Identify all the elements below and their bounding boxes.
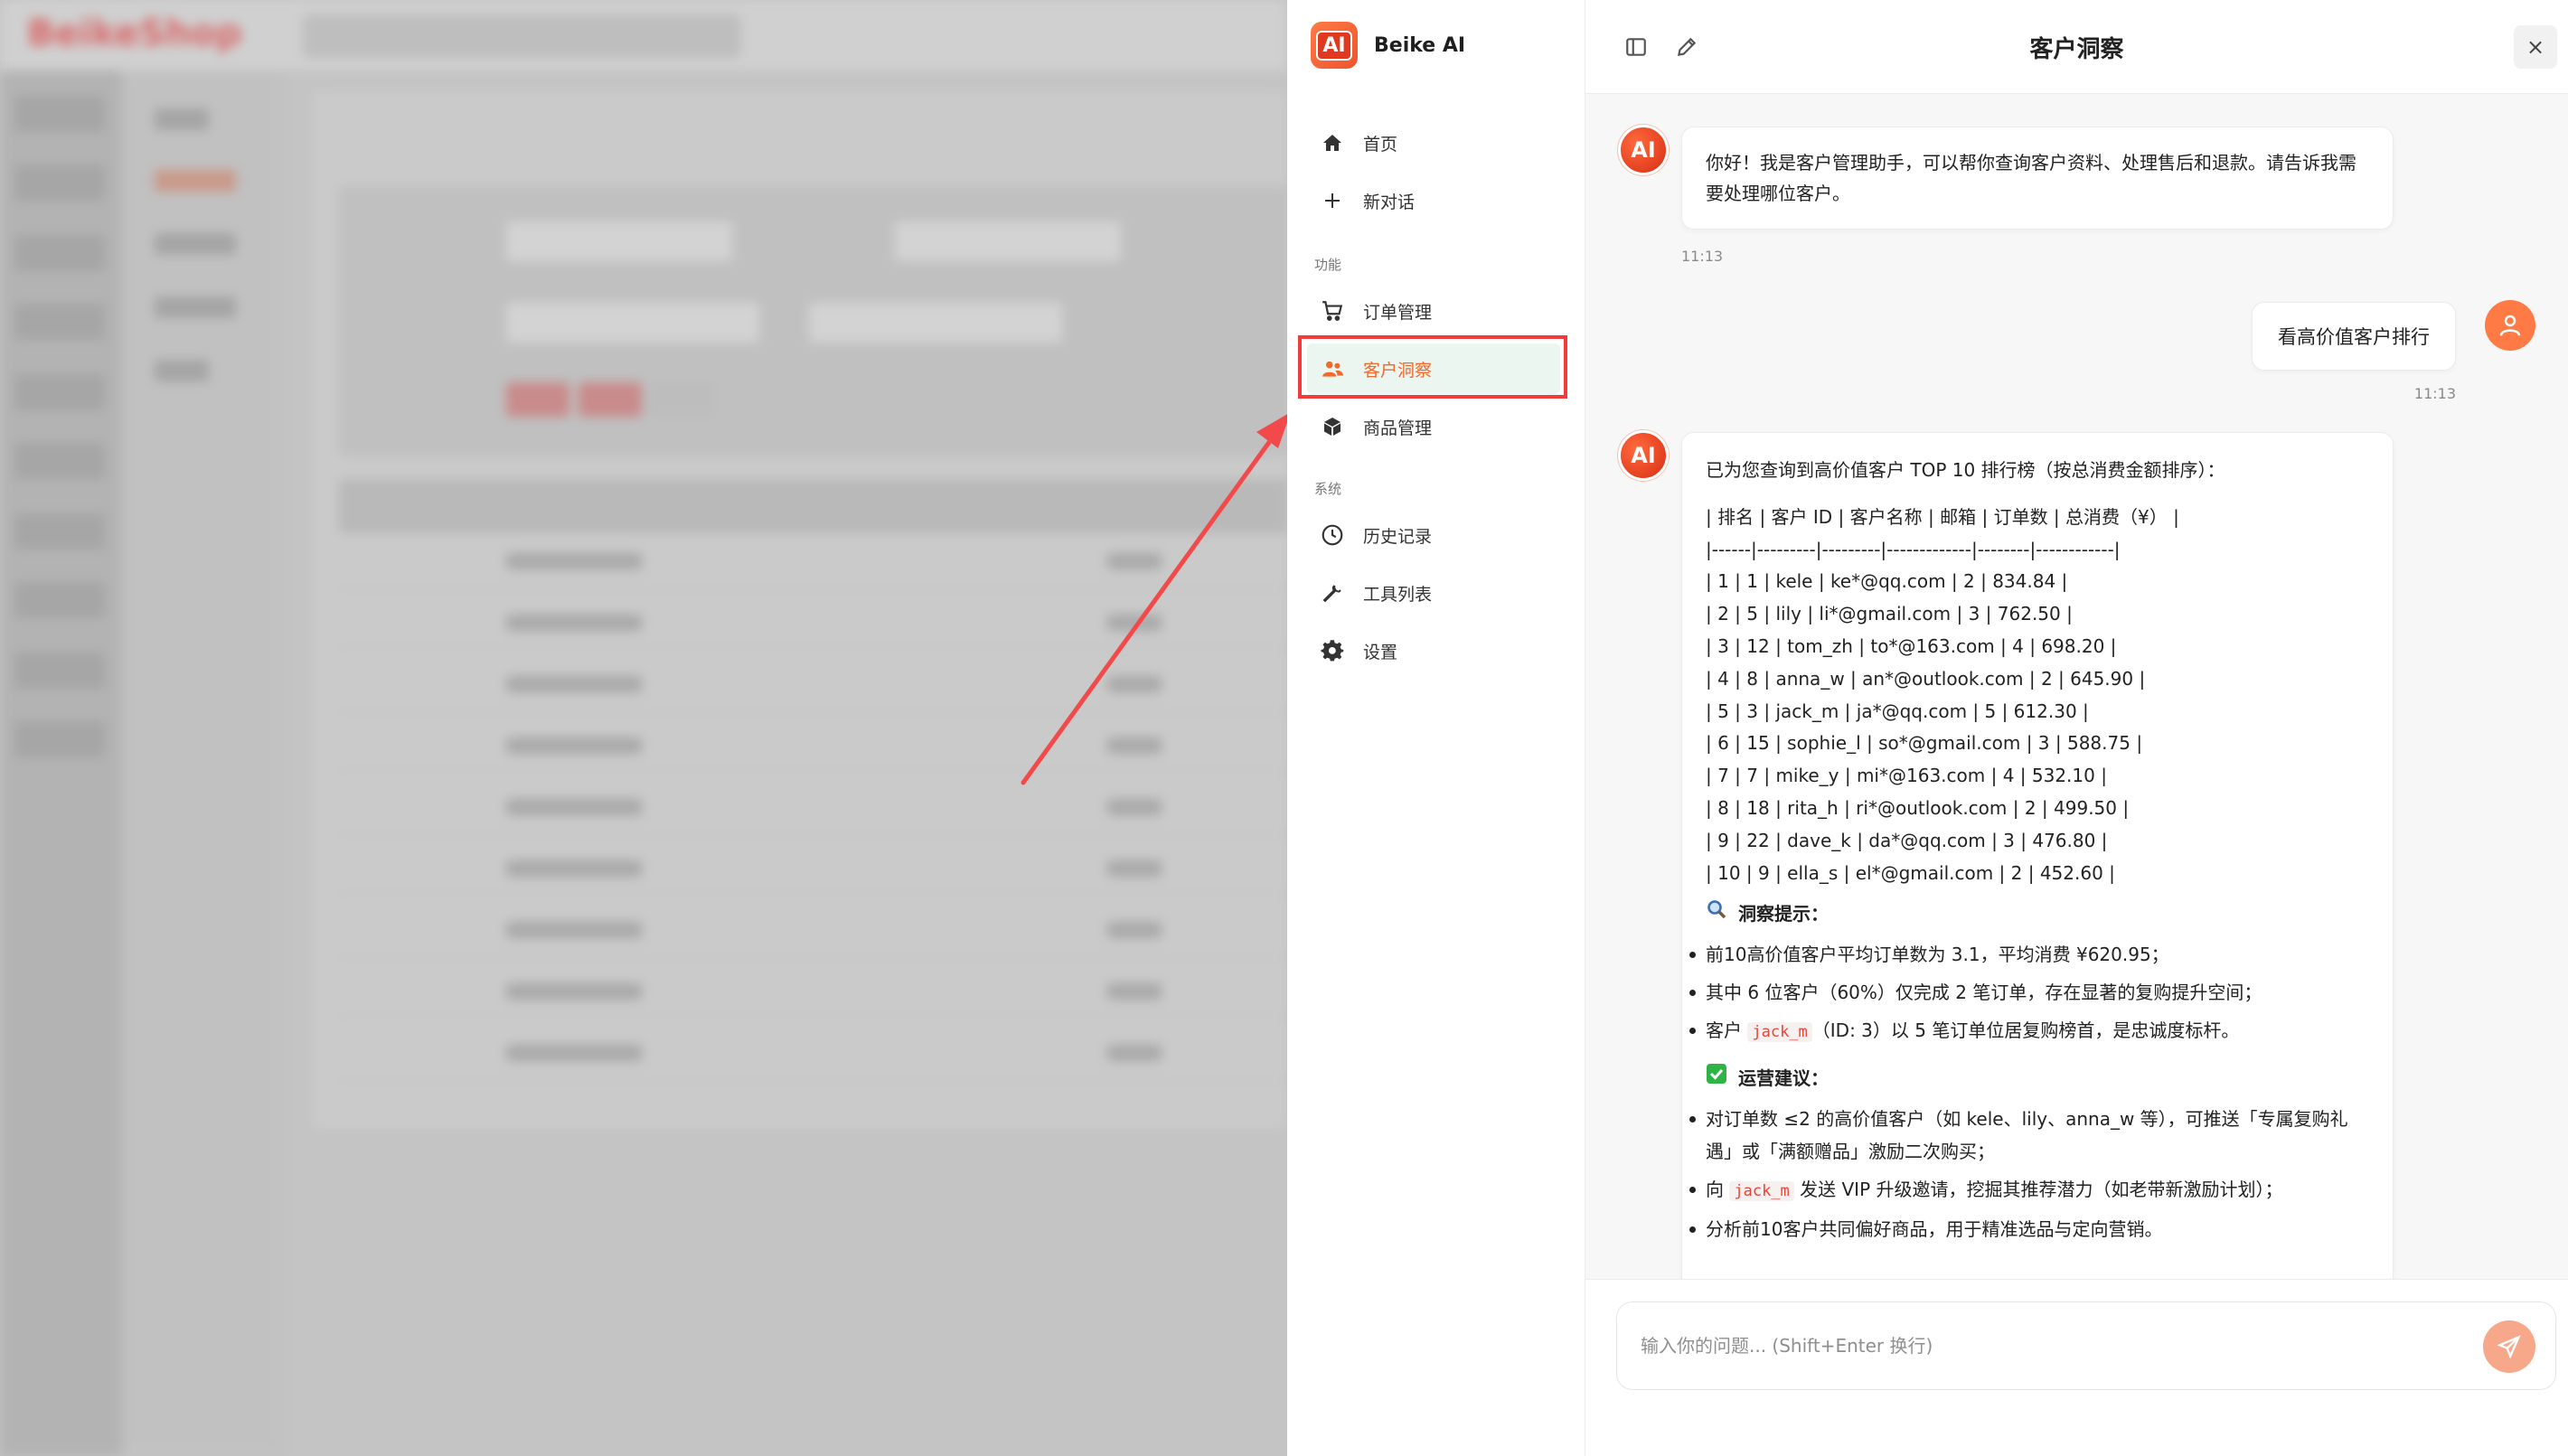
- user-message: 看高价值客户排行: [2252, 302, 2456, 371]
- menu-item-history[interactable]: 历史记录: [1307, 510, 1560, 560]
- menu-item-orders[interactable]: 订单管理: [1307, 286, 1560, 336]
- table-line: | 10 | 9 | ella_s | el*@gmail.com | 2 | …: [1706, 861, 2115, 884]
- insight-heading: 洞察提示：: [1706, 889, 2369, 938]
- brand-logo-icon: AI: [1311, 22, 1358, 69]
- table-line: | 7 | 7 | mike_y | mi*@163.com | 4 | 532…: [1706, 765, 2107, 787]
- input-box: [1616, 1301, 2556, 1390]
- list-item: 对订单数 ≤2 的高价值客户（如 kele、lily、anna_w 等），可推送…: [1689, 1103, 2369, 1168]
- close-button[interactable]: ×: [2514, 25, 2557, 69]
- chat-input[interactable]: [1641, 1329, 2454, 1362]
- list-item: 前10高价值客户平均订单数为 3.1，平均消费 ¥620.95；: [1689, 938, 2369, 971]
- ops-list: 对订单数 ≤2 的高价值客户（如 kele、lily、anna_w 等），可推送…: [1689, 1103, 2369, 1245]
- box-icon: [1320, 414, 1345, 439]
- table-line: | 8 | 18 | rita_h | ri*@outlook.com | 2 …: [1706, 796, 2130, 819]
- message-time: 11:13: [1681, 248, 1724, 265]
- gear-icon: [1320, 638, 1345, 663]
- menu-label: 商品管理: [1363, 418, 1433, 438]
- inline-code: jack_m: [1747, 1022, 1812, 1043]
- list-item: 向 jack_m 发送 VIP 升级邀请，挖掘其推荐潜力（如老带新激励计划）；: [1689, 1173, 2369, 1207]
- menu-item-tools[interactable]: 工具列表: [1307, 568, 1560, 618]
- table-line: | 1 | 1 | kele | ke*@qq.com | 2 | 834.84…: [1706, 570, 2068, 593]
- clock-icon: [1320, 522, 1345, 548]
- chat-panel: 客户洞察 × AI 你好！我是客户管理助手，可以帮你查询客户资料、处理售后和退款…: [1585, 0, 2568, 1456]
- menu-label: 历史记录: [1363, 526, 1433, 547]
- menu-item-products[interactable]: 商品管理: [1307, 401, 1560, 452]
- list-item: 分析前10客户共同偏好商品，用于精准选品与定向营销。: [1689, 1213, 2369, 1245]
- menu-label: 新对话: [1363, 192, 1416, 212]
- brand: AI Beike AI: [1311, 22, 1465, 69]
- table-line: | 9 | 22 | dave_k | da*@qq.com | 3 | 476…: [1706, 829, 2108, 851]
- section-label-system: 系统: [1314, 481, 1342, 497]
- table-line: | 6 | 15 | sophie_l | so*@gmail.com | 3 …: [1706, 732, 2143, 755]
- list-item: 其中 6 位客户（60%）仅完成 2 笔订单，存在显著的复购提升空间；: [1689, 976, 2369, 1009]
- table-line: | 2 | 5 | lily | li*@gmail.com | 3 | 762…: [1706, 603, 2073, 625]
- table-line: | 4 | 8 | anna_w | an*@outlook.com | 2 |…: [1706, 667, 2146, 690]
- answer-intro: 已为您查询到高价值客户 TOP 10 排行榜（按总消费金额排序）：: [1706, 459, 2225, 481]
- insight-title: 洞察提示：: [1738, 903, 1829, 925]
- table-line: | 排名 | 客户 ID | 客户名称 | 邮箱 | 订单数 | 总消费（¥） …: [1706, 505, 2179, 528]
- chat-title: 客户洞察: [2029, 36, 2124, 63]
- background-submenu: [122, 70, 285, 1456]
- menu-item-home[interactable]: 首页: [1307, 117, 1560, 168]
- magnifier-icon: [1706, 889, 1727, 938]
- ai-avatar-icon: AI: [1618, 125, 1669, 175]
- cart-icon: [1320, 298, 1345, 324]
- background-search: [303, 14, 741, 58]
- menu-item-settings[interactable]: 设置: [1307, 625, 1560, 676]
- table-line: | 3 | 12 | tom_zh | to*@163.com | 4 | 69…: [1706, 634, 2117, 657]
- annotation-highlight-box: [1298, 335, 1567, 399]
- menu-label: 首页: [1363, 134, 1398, 155]
- menu-label: 订单管理: [1363, 302, 1433, 323]
- plus-icon: [1320, 188, 1345, 213]
- table-line: | 5 | 3 | jack_m | ja*@qq.com | 5 | 612.…: [1706, 700, 2089, 722]
- user-avatar-icon: [2485, 300, 2535, 351]
- insight-list: 前10高价值客户平均订单数为 3.1，平均消费 ¥620.95； 其中 6 位客…: [1689, 938, 2369, 1048]
- home-icon: [1320, 130, 1345, 155]
- chat-header: 客户洞察 ×: [1585, 0, 2568, 94]
- menu-label: 工具列表: [1363, 584, 1433, 605]
- background-topbar: BeikeShop: [0, 0, 1287, 70]
- background-rail: [0, 70, 122, 1456]
- menu-label: 设置: [1363, 642, 1398, 662]
- wrench-icon: [1320, 580, 1345, 606]
- ai-avatar-icon: AI: [1618, 430, 1669, 481]
- menu-item-new-chat[interactable]: 新对话: [1307, 175, 1560, 226]
- table-line: |------|---------|---------|------------…: [1706, 538, 2121, 560]
- ops-title: 运营建议：: [1738, 1067, 1829, 1090]
- section-label-features: 功能: [1314, 257, 1342, 273]
- message-time: 11:13: [2413, 385, 2456, 402]
- send-icon: [2497, 1335, 2521, 1359]
- ops-heading: 运营建议：: [1706, 1054, 2369, 1103]
- brand-name: Beike AI: [1374, 33, 1466, 57]
- list-item: 客户 jack_m （ID: 3）以 5 笔订单位居复购榜首，是忠诚度标杆。: [1689, 1014, 2369, 1048]
- send-button[interactable]: [2483, 1320, 2535, 1373]
- input-area: [1585, 1279, 2568, 1456]
- ai-message-greeting: 你好！我是客户管理助手，可以帮你查询客户资料、处理售后和退款。请告诉我需要处理哪…: [1681, 127, 2394, 230]
- ai-sidebar: AI Beike AI 首页 新对话 功能 订单管理 客户洞察 商品管理 系统: [1287, 0, 1585, 1456]
- background-admin-page: BeikeShop: [0, 0, 1287, 1456]
- background-logo: BeikeShop: [27, 13, 242, 54]
- inline-code: jack_m: [1729, 1181, 1794, 1202]
- check-icon: [1706, 1054, 1727, 1103]
